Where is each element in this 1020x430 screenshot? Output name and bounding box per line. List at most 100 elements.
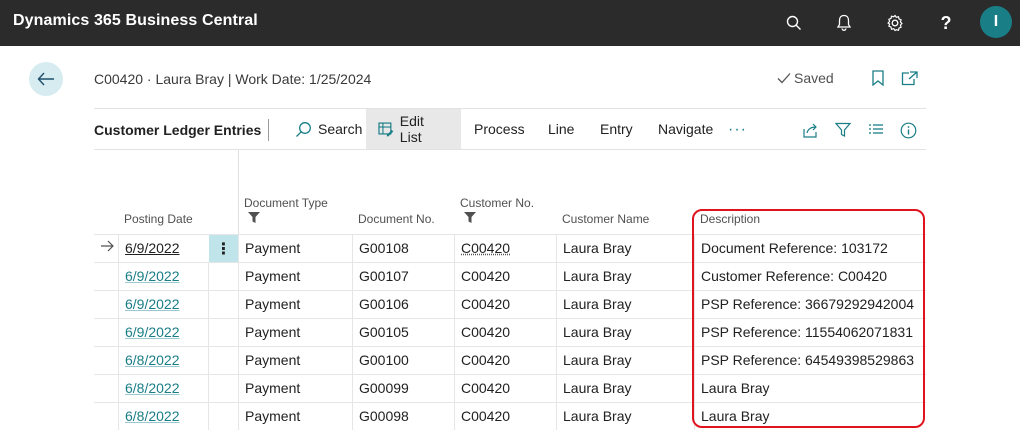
- column-divider: [238, 403, 239, 430]
- column-divider: [454, 403, 455, 430]
- column-divider: [352, 403, 353, 430]
- column-divider: [118, 403, 119, 430]
- page-title: Customer Ledger Entries: [94, 122, 262, 138]
- posting-date-link[interactable]: 6/9/2022: [125, 268, 180, 284]
- check-icon: [777, 73, 791, 84]
- search-label: Search: [318, 121, 363, 137]
- posting-date-link[interactable]: 6/8/2022: [125, 380, 180, 396]
- action-bar: Customer Ledger Entries Search Edit List…: [94, 108, 926, 150]
- process-menu[interactable]: Process: [474, 109, 525, 149]
- column-header-customer-name[interactable]: Customer Name: [562, 212, 649, 226]
- filter-icon[interactable]: [833, 120, 853, 140]
- document-no-cell: G00106: [359, 296, 409, 312]
- posting-date-link[interactable]: 6/8/2022: [125, 352, 180, 368]
- line-menu[interactable]: Line: [548, 109, 574, 149]
- more-options-button[interactable]: ···: [728, 121, 747, 139]
- column-divider: [352, 263, 353, 291]
- column-divider: [118, 263, 119, 291]
- column-divider: [454, 319, 455, 347]
- document-type-cell: Payment: [245, 408, 301, 424]
- column-divider: [352, 375, 353, 403]
- entry-menu[interactable]: Entry: [600, 109, 633, 149]
- column-divider: [208, 263, 209, 291]
- column-divider: [208, 375, 209, 403]
- document-type-cell: Payment: [245, 380, 301, 396]
- customer-no-cell: C00420: [461, 380, 511, 396]
- customer-no-cell[interactable]: C00420: [461, 240, 510, 256]
- column-divider: [208, 291, 209, 319]
- arrow-left-icon: [37, 72, 54, 86]
- customer-name-cell: Laura Bray: [563, 240, 632, 256]
- search-icon[interactable]: [782, 11, 806, 35]
- avatar[interactable]: I: [980, 6, 1012, 38]
- arrow-right-icon: [100, 239, 114, 255]
- navigate-menu[interactable]: Navigate: [658, 109, 713, 149]
- open-new-window-icon[interactable]: [899, 68, 919, 88]
- customer-no-cell: C00420: [461, 296, 511, 312]
- column-divider: [238, 291, 239, 319]
- column-divider: [556, 375, 557, 403]
- column-divider: [238, 347, 239, 375]
- column-divider: [556, 403, 557, 430]
- column-divider: [556, 319, 557, 347]
- customer-no-cell: C00420: [461, 324, 511, 340]
- column-divider: [238, 235, 239, 263]
- document-no-cell: G00100: [359, 352, 409, 368]
- navigate-label: Navigate: [658, 121, 714, 137]
- breadcrumb: C00420 · Laura Bray | Work Date: 1/25/20…: [94, 71, 372, 87]
- column-header-posting-date[interactable]: Posting Date: [124, 212, 193, 226]
- filter-icon: [248, 212, 260, 223]
- saved-status: Saved: [777, 70, 834, 86]
- column-header-document-type[interactable]: Document Type: [244, 196, 328, 210]
- document-no-cell: G00105: [359, 324, 409, 340]
- customer-name-cell: Laura Bray: [563, 296, 632, 312]
- document-no-cell: G00108: [359, 240, 409, 256]
- row-actions-button[interactable]: ⋮: [209, 235, 238, 262]
- column-divider: [556, 263, 557, 291]
- posting-date-link[interactable]: 6/9/2022: [125, 240, 180, 256]
- column-divider: [208, 347, 209, 375]
- column-header-document-no[interactable]: Document No.: [358, 212, 435, 226]
- column-divider: [454, 235, 455, 263]
- gear-icon[interactable]: [883, 11, 907, 35]
- line-label: Line: [548, 121, 575, 137]
- column-divider: [118, 347, 119, 375]
- customer-name-cell: Laura Bray: [563, 352, 632, 368]
- column-divider: [238, 375, 239, 403]
- search-button[interactable]: Search: [295, 109, 362, 149]
- column-divider: [118, 235, 119, 263]
- share-icon[interactable]: [800, 120, 820, 140]
- column-divider: [454, 375, 455, 403]
- document-type-cell: Payment: [245, 352, 301, 368]
- divider: [268, 119, 269, 141]
- process-label: Process: [474, 121, 525, 137]
- bookmark-icon[interactable]: [868, 68, 888, 88]
- document-type-cell: Payment: [245, 324, 301, 340]
- customer-no-cell: C00420: [461, 352, 511, 368]
- customer-name-cell: Laura Bray: [563, 380, 632, 396]
- customer-name-cell: Laura Bray: [563, 324, 632, 340]
- posting-date-link[interactable]: 6/9/2022: [125, 296, 180, 312]
- back-button[interactable]: [29, 62, 63, 96]
- posting-date-link[interactable]: 6/8/2022: [125, 408, 180, 424]
- bell-icon[interactable]: [832, 11, 856, 35]
- posting-date-link[interactable]: 6/9/2022: [125, 324, 180, 340]
- document-no-cell: G00099: [359, 380, 409, 396]
- info-icon[interactable]: [898, 120, 918, 140]
- help-icon[interactable]: ?: [934, 11, 958, 35]
- column-divider: [238, 319, 239, 347]
- document-type-cell: Payment: [245, 268, 301, 284]
- filter-icon: [464, 212, 476, 223]
- list-view-icon[interactable]: [866, 120, 886, 140]
- column-divider: [556, 235, 557, 263]
- column-divider: [118, 319, 119, 347]
- column-header-customer-no[interactable]: Customer No.: [460, 196, 534, 210]
- document-no-cell: G00098: [359, 408, 409, 424]
- document-type-cell: Payment: [245, 296, 301, 312]
- edit-list-button[interactable]: Edit List: [366, 109, 461, 149]
- customer-name-cell: Laura Bray: [563, 268, 632, 284]
- customer-no-cell: C00420: [461, 268, 511, 284]
- column-divider: [556, 291, 557, 319]
- column-divider: [238, 263, 239, 291]
- top-bar: Dynamics 365 Business Central ? I: [0, 0, 1020, 46]
